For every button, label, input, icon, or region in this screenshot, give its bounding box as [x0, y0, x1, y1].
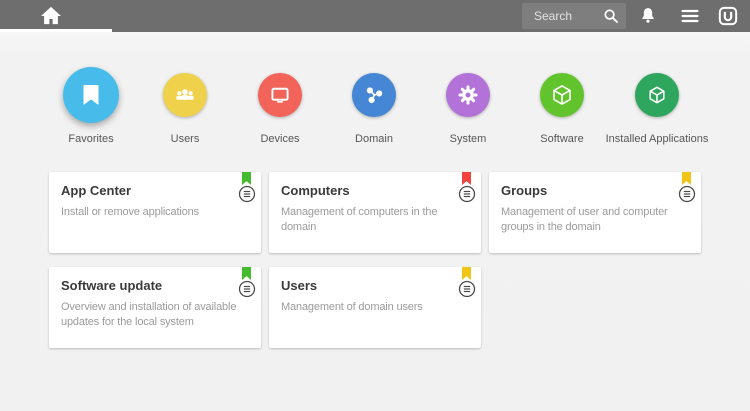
card-context-menu-button[interactable]	[458, 280, 476, 298]
home-tab[interactable]	[0, 0, 112, 32]
monitor-icon	[258, 73, 302, 117]
umc-overview-page: Favorites Users Devices	[0, 0, 750, 411]
favorite-bookmark-icon	[242, 172, 251, 185]
favorite-bookmark-icon	[682, 172, 691, 185]
search-icon[interactable]	[603, 8, 619, 24]
card-context-menu-button[interactable]	[238, 280, 256, 298]
search-input[interactable]	[522, 3, 602, 29]
bookmark-icon	[63, 67, 119, 123]
card-title: Computers	[281, 183, 447, 198]
category-installed-applications[interactable]: Installed Applications	[587, 67, 727, 145]
card-title: Software update	[61, 278, 227, 293]
module-card-app-center[interactable]: App Center Install or remove application…	[49, 172, 261, 253]
top-bar	[0, 0, 750, 32]
module-card-software-update[interactable]: Software update Overview and installatio…	[49, 267, 261, 348]
card-context-menu-button[interactable]	[238, 185, 256, 203]
card-title: Users	[281, 278, 447, 293]
card-description: Install or remove applications	[61, 205, 251, 220]
active-tab-underline	[0, 29, 112, 32]
gear-icon	[446, 73, 490, 117]
card-description: Management of computers in the domain	[281, 205, 471, 235]
category-label: Installed Applications	[587, 133, 727, 145]
hamburger-menu-icon	[680, 6, 700, 26]
search-box	[522, 3, 626, 29]
card-description: Management of user and computer groups i…	[501, 205, 691, 235]
home-icon	[40, 6, 62, 25]
favorite-bookmark-icon	[242, 267, 251, 280]
bell-icon	[638, 6, 658, 26]
favorite-bookmark-icon	[462, 267, 471, 280]
univention-logo-button[interactable]	[718, 6, 742, 26]
univention-logo-icon	[718, 6, 738, 26]
favorite-bookmark-icon	[462, 172, 471, 185]
cube-icon	[540, 73, 584, 117]
main-menu-button[interactable]	[680, 6, 704, 26]
card-title: App Center	[61, 183, 227, 198]
card-description: Overview and installation of available u…	[61, 300, 251, 330]
card-title: Groups	[501, 183, 667, 198]
module-card-users[interactable]: Users Management of domain users	[269, 267, 481, 348]
module-card-computers[interactable]: Computers Management of computers in the…	[269, 172, 481, 253]
card-context-menu-button[interactable]	[458, 185, 476, 203]
cube-icon	[635, 73, 679, 117]
notifications-button[interactable]	[638, 6, 662, 26]
module-card-groups[interactable]: Groups Management of user and computer g…	[489, 172, 701, 253]
share-network-icon	[352, 73, 396, 117]
card-context-menu-button[interactable]	[678, 185, 696, 203]
card-description: Management of domain users	[281, 300, 471, 315]
user-group-icon	[163, 73, 207, 117]
